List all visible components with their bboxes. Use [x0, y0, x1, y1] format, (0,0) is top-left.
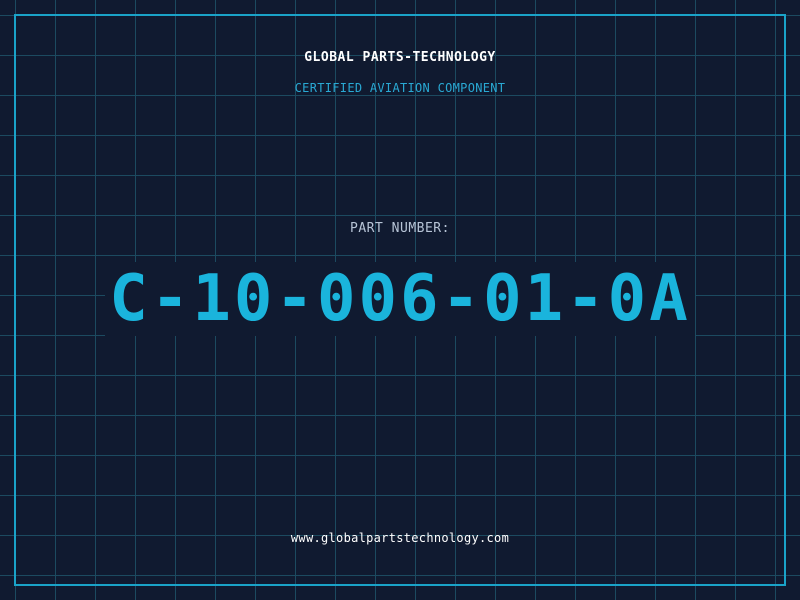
website-url: www.globalpartstechnology.com — [290, 531, 510, 545]
company-name: GLOBAL PARTS-TECHNOLOGY — [304, 50, 496, 65]
certification-subtitle: CERTIFIED AVIATION COMPONENT — [294, 81, 506, 95]
part-number-container: C-10-006-01-0A — [0, 262, 800, 338]
part-label-card: GLOBAL PARTS-TECHNOLOGY CERTIFIED AVIATI… — [0, 0, 800, 600]
part-number-value: C-10-006-01-0A — [105, 262, 695, 336]
part-number-label: PART NUMBER: — [350, 221, 450, 236]
